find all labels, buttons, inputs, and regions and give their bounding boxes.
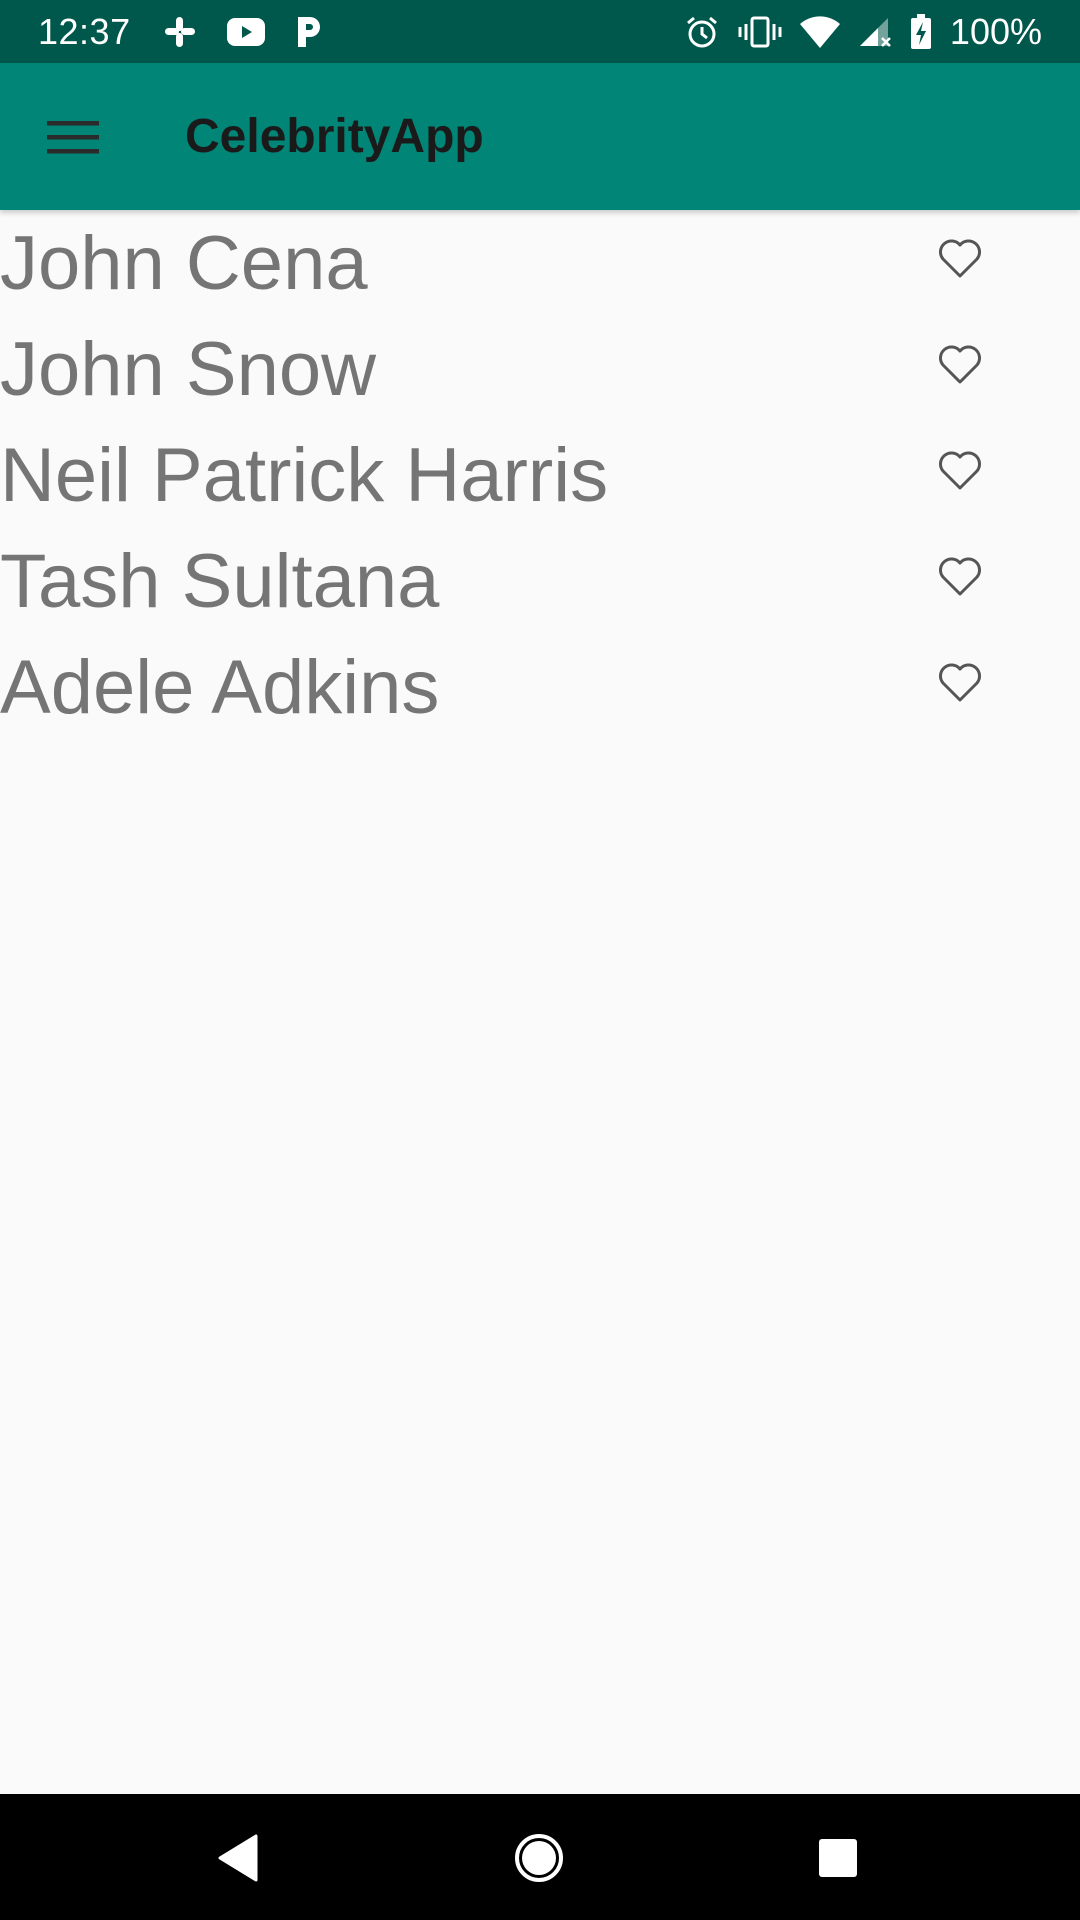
notification-icons bbox=[163, 15, 323, 49]
youtube-icon bbox=[226, 17, 265, 46]
celebrity-name: John Cena bbox=[0, 221, 368, 306]
alarm-icon bbox=[684, 14, 720, 50]
back-button[interactable] bbox=[198, 1818, 278, 1898]
heart-outline-icon bbox=[939, 557, 981, 596]
celebrity-name: Adele Adkins bbox=[0, 645, 440, 730]
app-bar: CelebrityApp bbox=[0, 63, 1080, 210]
system-status-icons: 100% bbox=[684, 11, 1042, 53]
menu-button[interactable] bbox=[25, 89, 121, 185]
list-item[interactable]: Adele Adkins bbox=[0, 634, 1080, 740]
heart-outline-icon bbox=[939, 345, 981, 384]
favorite-button[interactable] bbox=[930, 652, 990, 712]
pandora-icon bbox=[295, 15, 323, 49]
home-icon bbox=[515, 1834, 563, 1882]
vibrate-icon bbox=[738, 15, 782, 49]
status-time: 12:37 bbox=[38, 10, 131, 52]
battery-percentage: 100% bbox=[949, 10, 1042, 52]
favorite-button[interactable] bbox=[930, 334, 990, 394]
heart-outline-icon bbox=[939, 663, 981, 702]
hamburger-menu-icon bbox=[47, 120, 99, 153]
slack-icon bbox=[163, 15, 197, 49]
favorite-button[interactable] bbox=[930, 228, 990, 288]
favorite-button[interactable] bbox=[930, 440, 990, 500]
battery-charging-icon bbox=[910, 13, 932, 50]
favorite-button[interactable] bbox=[930, 546, 990, 606]
list-item[interactable]: John Cena bbox=[0, 210, 1080, 316]
recents-button[interactable] bbox=[798, 1818, 878, 1898]
recents-icon bbox=[819, 1839, 857, 1877]
list-item[interactable]: Neil Patrick Harris bbox=[0, 422, 1080, 528]
heart-outline-icon bbox=[939, 239, 981, 278]
signal-icon bbox=[858, 16, 892, 48]
home-button[interactable] bbox=[499, 1818, 579, 1898]
status-bar: 12:37 100% bbox=[0, 0, 1080, 63]
celebrity-name: John Snow bbox=[0, 327, 377, 412]
navigation-bar bbox=[0, 1794, 1080, 1920]
list-item[interactable]: Tash Sultana bbox=[0, 528, 1080, 634]
list-item[interactable]: John Snow bbox=[0, 316, 1080, 422]
celebrity-name: Tash Sultana bbox=[0, 539, 440, 624]
back-icon bbox=[218, 1834, 258, 1882]
celebrity-name: Neil Patrick Harris bbox=[0, 433, 609, 518]
wifi-icon bbox=[799, 15, 840, 48]
app-title: CelebrityApp bbox=[185, 110, 484, 163]
heart-outline-icon bbox=[939, 451, 981, 490]
celebrity-list: John Cena John Snow Neil Patrick Harris … bbox=[0, 210, 1080, 740]
